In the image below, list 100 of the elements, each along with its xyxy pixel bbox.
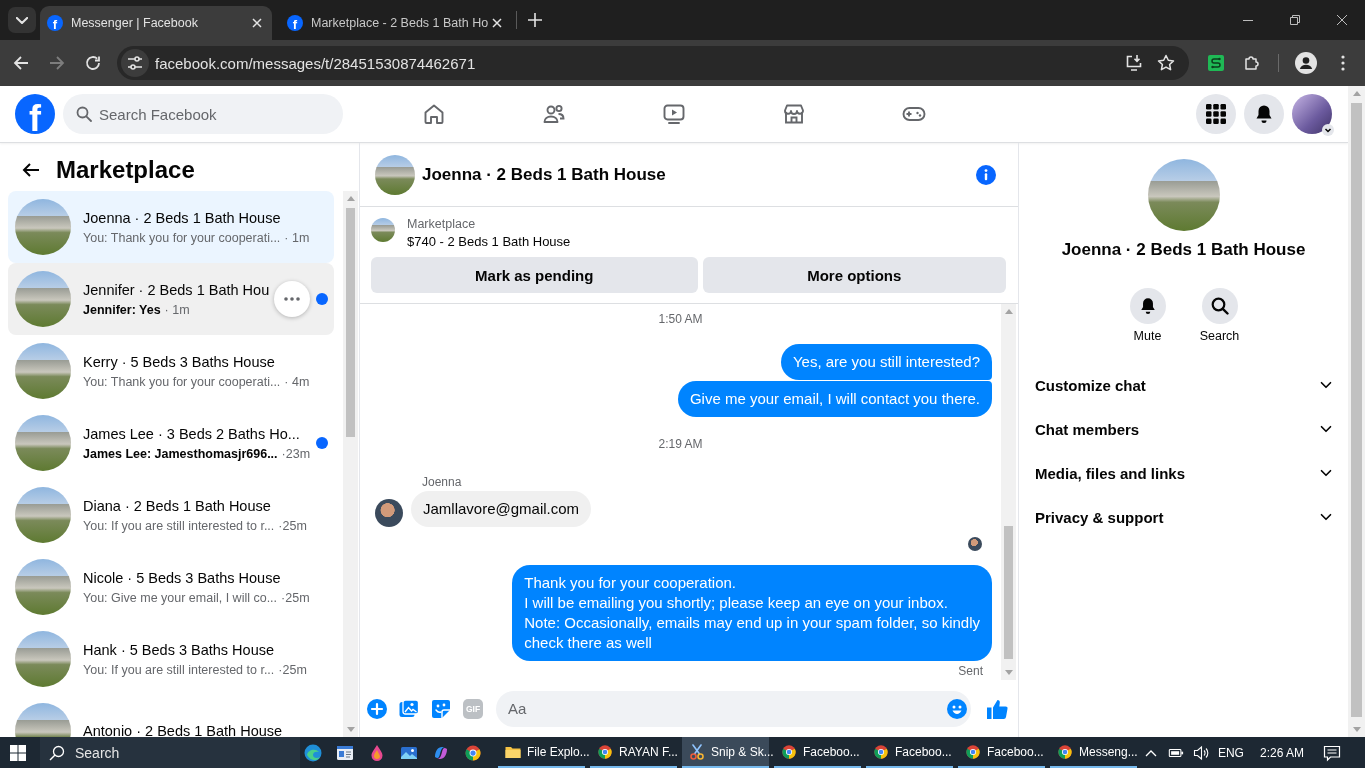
thumbs-up-icon[interactable] xyxy=(986,697,1008,720)
scrollbar[interactable] xyxy=(1001,304,1016,680)
language-indicator[interactable]: ENG xyxy=(1217,745,1244,760)
search-button[interactable] xyxy=(1201,288,1238,324)
browser-icon[interactable] xyxy=(464,743,482,762)
conversation-item[interactable]: Hank · 5 Beds 3 Baths House You: If you are still interested to r... ·25m xyxy=(8,623,334,695)
star-icon[interactable] xyxy=(1157,54,1175,72)
tab-favicon: f xyxy=(287,15,303,31)
info-icon[interactable] xyxy=(976,164,996,185)
taskbar-app-button[interactable]: Faceboo... xyxy=(866,737,953,768)
video-icon[interactable] xyxy=(662,102,686,126)
menu-dots-icon[interactable] xyxy=(1341,55,1345,71)
profile-icon[interactable] xyxy=(1295,52,1317,74)
scrollbar-thumb[interactable] xyxy=(346,208,355,437)
taskbar-app-button[interactable]: Faceboo... xyxy=(958,737,1045,768)
home-icon[interactable] xyxy=(422,102,446,126)
wave-browser-icon[interactable] xyxy=(304,743,322,762)
chevron-down-icon xyxy=(16,16,28,24)
route-extension-icon[interactable] xyxy=(1208,55,1224,71)
plus-icon[interactable] xyxy=(528,13,542,27)
scrollbar[interactable] xyxy=(343,191,358,737)
restore-icon[interactable] xyxy=(1290,15,1300,25)
puzzle-icon[interactable] xyxy=(1244,55,1260,71)
news-window-icon[interactable] xyxy=(336,743,354,762)
section-toggle[interactable]: Customize chat xyxy=(1035,363,1332,407)
message-preview: You: Thank you for your cooperati... xyxy=(83,229,281,247)
section-toggle[interactable]: Chat members xyxy=(1035,407,1332,451)
conversation-item[interactable]: Jennifer · 2 Beds 1 Bath Hou Jennifer: Yes · 1m xyxy=(8,263,334,335)
emoji-icon[interactable] xyxy=(947,698,967,719)
start-icon[interactable] xyxy=(10,744,26,761)
menu-button[interactable] xyxy=(1196,94,1236,134)
search-field[interactable]: Search Facebook xyxy=(63,94,343,134)
conversation-title: Joenna · 2 Beds 1 Bath House xyxy=(83,208,282,228)
photo-placeholder xyxy=(15,343,71,399)
chevron-up-icon[interactable] xyxy=(1144,748,1157,757)
browser-tab[interactable]: f Messenger | Facebook xyxy=(40,6,272,40)
reload-icon[interactable] xyxy=(85,55,101,71)
contact-name: Joenna · 2 Beds 1 Bath House xyxy=(1061,240,1306,260)
message-input[interactable]: Aa xyxy=(496,690,971,727)
message-time: ·25m xyxy=(278,517,307,535)
sent-message-bubble[interactable]: Give me your email, I will contact you there. xyxy=(677,381,992,417)
listing-title[interactable]: $740 - 2 Beds 1 Bath House xyxy=(407,233,571,251)
search-field[interactable]: Search xyxy=(40,737,300,768)
speaker-icon[interactable] xyxy=(1192,744,1209,761)
photo-placeholder xyxy=(375,154,415,195)
photo-placeholder xyxy=(15,271,71,327)
scrollbar-thumb[interactable] xyxy=(1351,103,1362,717)
tab-favicon: f xyxy=(47,15,63,31)
listing-action-button[interactable]: Mark as pending xyxy=(371,257,698,293)
conversation-item[interactable]: Diana · 2 Beds 1 Bath House You: If you are still interested to r... ·25m xyxy=(8,479,334,551)
scrollbar-thumb[interactable] xyxy=(1004,526,1013,659)
close-icon[interactable] xyxy=(252,18,262,28)
button-label: Search xyxy=(1199,328,1240,344)
friends-icon[interactable] xyxy=(542,102,566,126)
message-preview: You: If you are still interested to r... xyxy=(83,517,275,535)
back-arrow-icon[interactable] xyxy=(13,55,29,71)
sent-message-bubble[interactable]: Yes, are you still interested? xyxy=(780,344,992,380)
received-message-bubble[interactable]: Jamllavore@gmail.com xyxy=(411,491,592,527)
forward-arrow-icon[interactable] xyxy=(49,55,65,71)
taskbar-app-button[interactable]: Messeng... xyxy=(1050,737,1137,768)
store-icon[interactable] xyxy=(782,102,806,126)
notifications-button[interactable] xyxy=(1244,94,1284,134)
conversation-title: Antonio · 2 Beds 1 Bath House xyxy=(83,722,284,737)
conversation-item[interactable]: James Lee · 3 Beds 2 Baths Ho... James Lee: Jamesthomasjr696... ·23m xyxy=(8,407,334,479)
sticker-icon[interactable] xyxy=(431,698,451,719)
install-app-icon[interactable] xyxy=(1125,54,1143,72)
chat-title: Joenna · 2 Beds 1 Bath House xyxy=(422,164,666,185)
chevron-down-icon[interactable] xyxy=(1322,124,1334,136)
message-preview: You: Give me your email, I will co... xyxy=(83,589,278,607)
browser-tab[interactable]: f Marketplace - 2 Beds 1 Bath Ho xyxy=(280,6,512,40)
site-logo[interactable]: f xyxy=(15,94,55,134)
conversation-item[interactable]: Kerry · 5 Beds 3 Baths House You: Thank you for your cooperati... · 4m xyxy=(8,335,334,407)
close-icon[interactable] xyxy=(492,18,502,28)
photo-placeholder xyxy=(15,631,71,687)
image-icon[interactable] xyxy=(399,698,419,719)
notification-icon[interactable] xyxy=(1323,743,1341,762)
browser-icon xyxy=(781,743,797,760)
profile-photo[interactable] xyxy=(1292,94,1332,134)
scrollbar[interactable] xyxy=(1348,86,1365,737)
section-toggle[interactable]: Media, files and links xyxy=(1035,451,1332,495)
conversation-title: Diana · 2 Beds 1 Bath House xyxy=(83,496,272,516)
sent-message-bubble[interactable]: Thank you for your cooperation. I will be emailing you shortly; please keep an eye on your inbox. Note: Occasionally, emails may end up in your spam folder, so kindly check there as well xyxy=(512,565,992,661)
mute-button[interactable] xyxy=(1129,288,1166,324)
close-icon[interactable] xyxy=(1337,15,1347,25)
conversation-title: Hank · 5 Beds 3 Baths House xyxy=(83,640,276,660)
taskbar-app-button[interactable]: RAYAN F... xyxy=(590,737,677,768)
site-settings-icon[interactable] xyxy=(121,49,149,77)
conversation-item[interactable]: Joenna · 2 Beds 1 Bath House You: Thank you for your cooperati... · 1m xyxy=(8,191,334,263)
plus-circle-icon[interactable] xyxy=(367,698,387,719)
section-toggle[interactable]: Privacy & support xyxy=(1035,495,1332,539)
address-bar[interactable]: facebook.com/messages/t/28451530874462671 xyxy=(117,46,1189,80)
clock-time[interactable]: 2:26 AM xyxy=(1259,745,1304,760)
listing-source: Marketplace xyxy=(407,216,477,233)
listing-action-button[interactable]: More options xyxy=(702,257,1006,293)
search-icon xyxy=(1210,297,1229,315)
taskbar-app-button[interactable]: Faceboo... xyxy=(774,737,861,768)
conversation-item[interactable]: Nicole · 5 Beds 3 Baths House You: Give me your email, I will co... ·25m xyxy=(8,551,334,623)
timestamp: 2:19 AM xyxy=(658,437,703,451)
tab-search-button[interactable] xyxy=(8,7,36,33)
timestamp: 1:50 AM xyxy=(658,312,703,326)
